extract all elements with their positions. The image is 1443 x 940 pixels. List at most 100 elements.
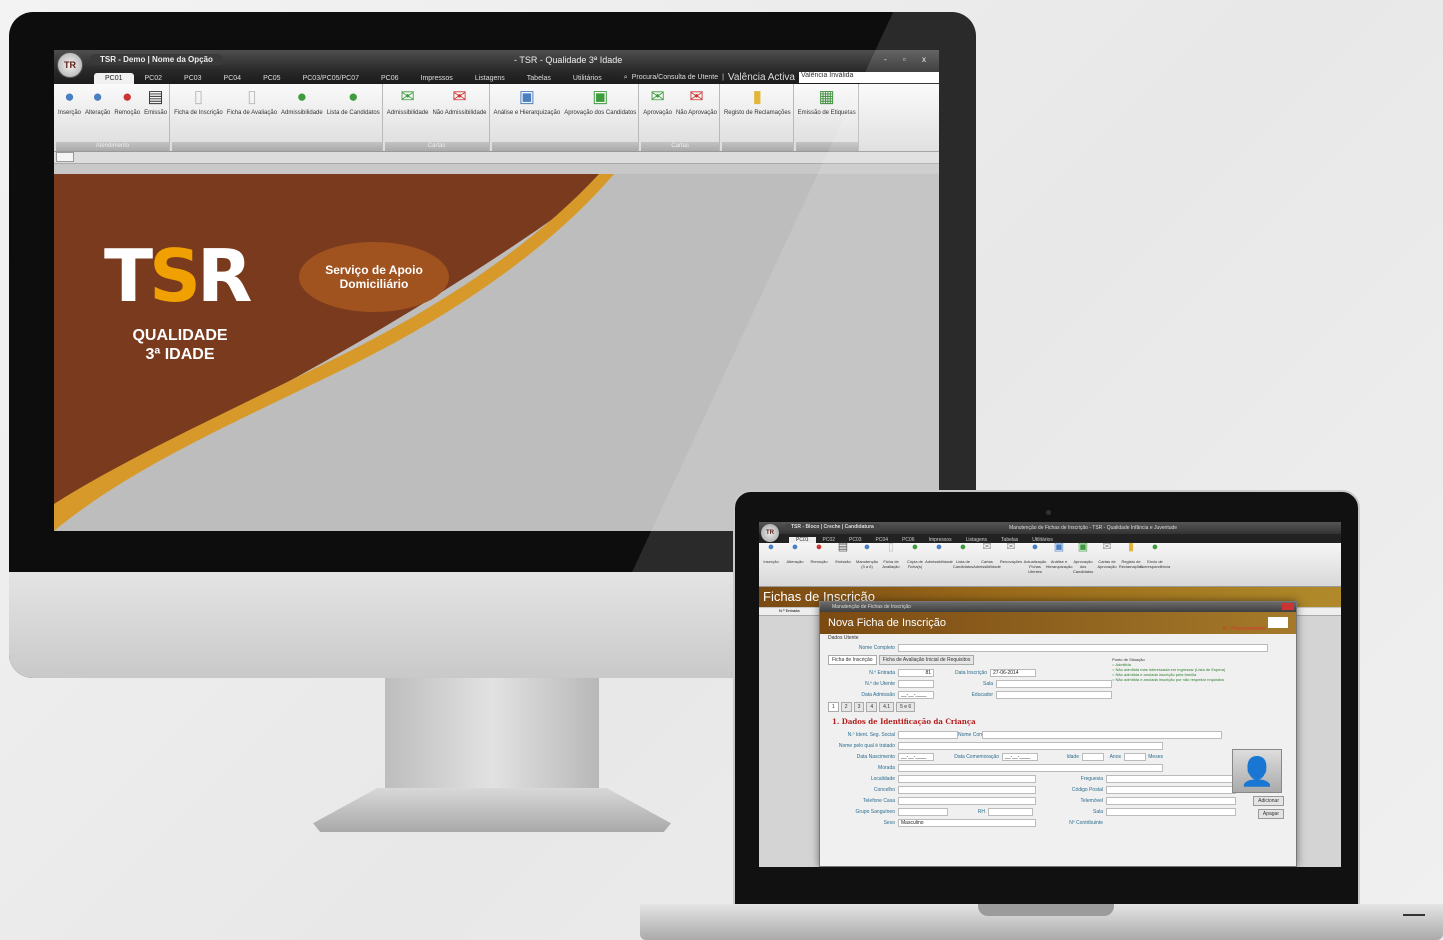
laptop-notch [978, 904, 1114, 916]
localidade-input[interactable] [898, 774, 1036, 783]
ribbon-button[interactable]: ● Admissibilidade [925, 542, 953, 586]
carta-admissibilidade-button[interactable]: ✉ Admissibilidade [385, 86, 431, 142]
tab-pc01[interactable]: PC01 [94, 73, 134, 84]
tab-pc03[interactable]: PC03 [173, 73, 213, 84]
ribbon-button[interactable]: ▯ Ficha de Avaliação [879, 542, 903, 586]
close-icon[interactable] [1282, 603, 1294, 610]
ribbon-button[interactable]: ● Lista de Candidatos [951, 542, 975, 586]
grupo-sanguineo-input[interactable] [898, 807, 948, 816]
sala-crianca-select[interactable] [1106, 807, 1236, 816]
lista-candidatos-button[interactable]: ● Lista de Candidatos [325, 86, 382, 142]
admissibilidade-button[interactable]: ● Admissibilidade [279, 86, 325, 142]
tab-ficha-inscricao[interactable]: Ficha de Inscrição [828, 655, 877, 665]
tab-pc06[interactable]: PC06 [370, 73, 410, 84]
ribbon-button[interactable]: ▤ Emissão [831, 542, 855, 586]
entrada-input[interactable]: 81 [898, 668, 934, 677]
telefone-casa-input[interactable] [898, 796, 1036, 805]
subtab-4-1[interactable]: 4.1 [879, 702, 895, 712]
subtab-5-6[interactable]: 5 e 6 [896, 702, 916, 712]
window-controls[interactable]: - ▫ x [884, 55, 933, 64]
emissao-button[interactable]: ▤ Emissão [142, 86, 169, 142]
ribbon-button[interactable]: ● Envio de Correspondência [1140, 542, 1170, 586]
aprovacao-candidatos-button[interactable]: ▣ Aprovação dos Candidatos [562, 86, 638, 142]
user-search-icon[interactable]: ⌕ [624, 74, 628, 82]
subtab-1[interactable]: 1 [828, 702, 839, 712]
tab-pc03-pc05-pc07[interactable]: PC03/PC05/PC07 [292, 73, 370, 84]
ribbon-button[interactable]: ● Alteração [783, 542, 807, 586]
subtab-3[interactable]: 3 [853, 702, 865, 712]
tab-tabelas[interactable]: Tabelas [516, 73, 562, 84]
carta-nao-admissibilidade-button[interactable]: ✉ Não Admissibilidade [430, 86, 488, 142]
telemovel-input[interactable] [1106, 796, 1236, 805]
nao-aprovacao-button[interactable]: ✉ Não Aprovação [674, 86, 719, 142]
rh-input[interactable] [988, 807, 1033, 816]
tab-ficha-avaliacao[interactable]: Ficha de Avaliação Inicial de Requisitos [878, 655, 975, 665]
educador-select[interactable] [996, 690, 1112, 699]
laptop-window-title: Manutenção de Fichas de Inscrição - TSR … [1009, 525, 1178, 531]
analise-button[interactable]: ▣ Análise e Hierarquização [492, 86, 563, 142]
codigo-postal-input[interactable] [1106, 785, 1236, 794]
ribbon-button[interactable]: ● Actualização Fichas Utentes [1023, 542, 1047, 586]
tab-listagens[interactable]: Listagens [464, 73, 516, 84]
nr-processamento-input[interactable] [1268, 617, 1288, 628]
insercao-button[interactable]: ● Inserção [56, 86, 83, 142]
concelho-input[interactable] [898, 785, 1036, 794]
ribbon-button[interactable]: ● Cópia de Ficha(s) [903, 542, 927, 586]
tab-pc02[interactable]: PC02 [134, 73, 174, 84]
freguesia-input[interactable] [1106, 774, 1236, 783]
tab-pc04[interactable]: PC04 [213, 73, 253, 84]
data-admissao-input[interactable]: __-__-____ [898, 690, 934, 699]
utente-input[interactable] [898, 679, 934, 688]
laptop-app-orb[interactable]: TR [761, 524, 779, 542]
tab-pc05[interactable]: PC05 [252, 73, 292, 84]
subtab-4[interactable]: 4 [866, 702, 878, 712]
tab-utilitarios[interactable]: Utilitários [562, 73, 613, 84]
data-inscricao-input[interactable]: 27-06-2014 [990, 668, 1036, 677]
ficha-avaliacao-button[interactable]: ▯ Ficha de Avaliação [225, 86, 279, 142]
document-check-icon: ▯ [247, 87, 257, 106]
nome-crianca-input[interactable] [982, 730, 1222, 739]
idade-anos-input[interactable] [1082, 752, 1104, 761]
adicionar-button[interactable]: Adicionar [1253, 796, 1284, 806]
document-tab[interactable] [56, 152, 74, 162]
ribbon-group-atendimento: ● Inserção ● Alteração ● Remoção ▤ Emissão A… [56, 84, 171, 151]
dialog-title-bar: Manutenção de Fichas de Inscrição [820, 602, 1296, 612]
ribbon-button[interactable]: ✉ Cartas Admissibilidade [973, 542, 1001, 586]
nome-tratado-input[interactable] [898, 741, 1163, 750]
idade-meses-input[interactable] [1124, 752, 1146, 761]
ribbon-button[interactable]: ● Manutenção (3 a 6) [855, 542, 879, 586]
printer-icon: ▤ [147, 87, 164, 106]
laptop-title-bar: TSR - Bloco | Creche | Candidatura Manut… [759, 522, 1341, 534]
emissao-etiquetas-button[interactable]: ▦ Emissão de Etiquetas [796, 86, 858, 142]
ribbon-button[interactable]: ▣ Aprovação dos Candidatos [1071, 542, 1095, 586]
folder-icon: ▮ [752, 87, 762, 106]
morada-input[interactable] [898, 763, 1163, 772]
ribbon-button[interactable]: ● Remoção [807, 541, 831, 586]
ribbon-group-analise: ▣ Análise e Hierarquização ▣ Aprovação dos… [491, 84, 640, 151]
group-label [172, 142, 382, 151]
data-nascimento-input[interactable]: __-__-____ [898, 752, 934, 761]
ficha-inscricao-button[interactable]: ▯ Ficha de Inscrição [172, 86, 225, 142]
nome-completo-input[interactable] [898, 643, 1268, 652]
sexo-select[interactable]: Masculino [898, 818, 1036, 827]
ribbon-button[interactable]: ✉ Renovações [999, 542, 1023, 586]
remocao-button[interactable]: ● Remoção [112, 86, 142, 142]
subtab-2[interactable]: 2 [840, 702, 852, 712]
ribbon-button[interactable]: ● Inserção [759, 542, 783, 586]
alteracao-button[interactable]: ● Alteração [83, 86, 112, 142]
tab-impressos[interactable]: Impressos [410, 73, 464, 84]
valencia-select[interactable]: Valência Inválida [799, 72, 939, 83]
aprovacao-button[interactable]: ✉ Aprovação [641, 86, 674, 142]
search-utente-link[interactable]: Procura/Consulta de Utente [632, 74, 718, 81]
registo-reclamacoes-button[interactable]: ▮ Registo de Reclamações [722, 86, 793, 142]
user-remove-icon: ● [815, 541, 823, 553]
photo-placeholder-icon[interactable]: 👤 [1232, 749, 1282, 793]
apagar-button[interactable]: Apagar [1257, 809, 1284, 819]
situacao-radio[interactable]: ○ Não admitida e anulada inscrição por n… [1112, 677, 1225, 682]
ribbon-button[interactable]: ✉ Cartas de Aprovação [1095, 542, 1119, 586]
ribbon-button[interactable]: ▣ Análise e Hierarquização [1046, 542, 1073, 586]
seg-social-input[interactable] [898, 730, 958, 739]
sala-select[interactable] [996, 679, 1112, 688]
app-orb-button[interactable]: TR [57, 52, 83, 78]
data-comemoracao-input[interactable]: __-__-____ [1002, 752, 1038, 761]
